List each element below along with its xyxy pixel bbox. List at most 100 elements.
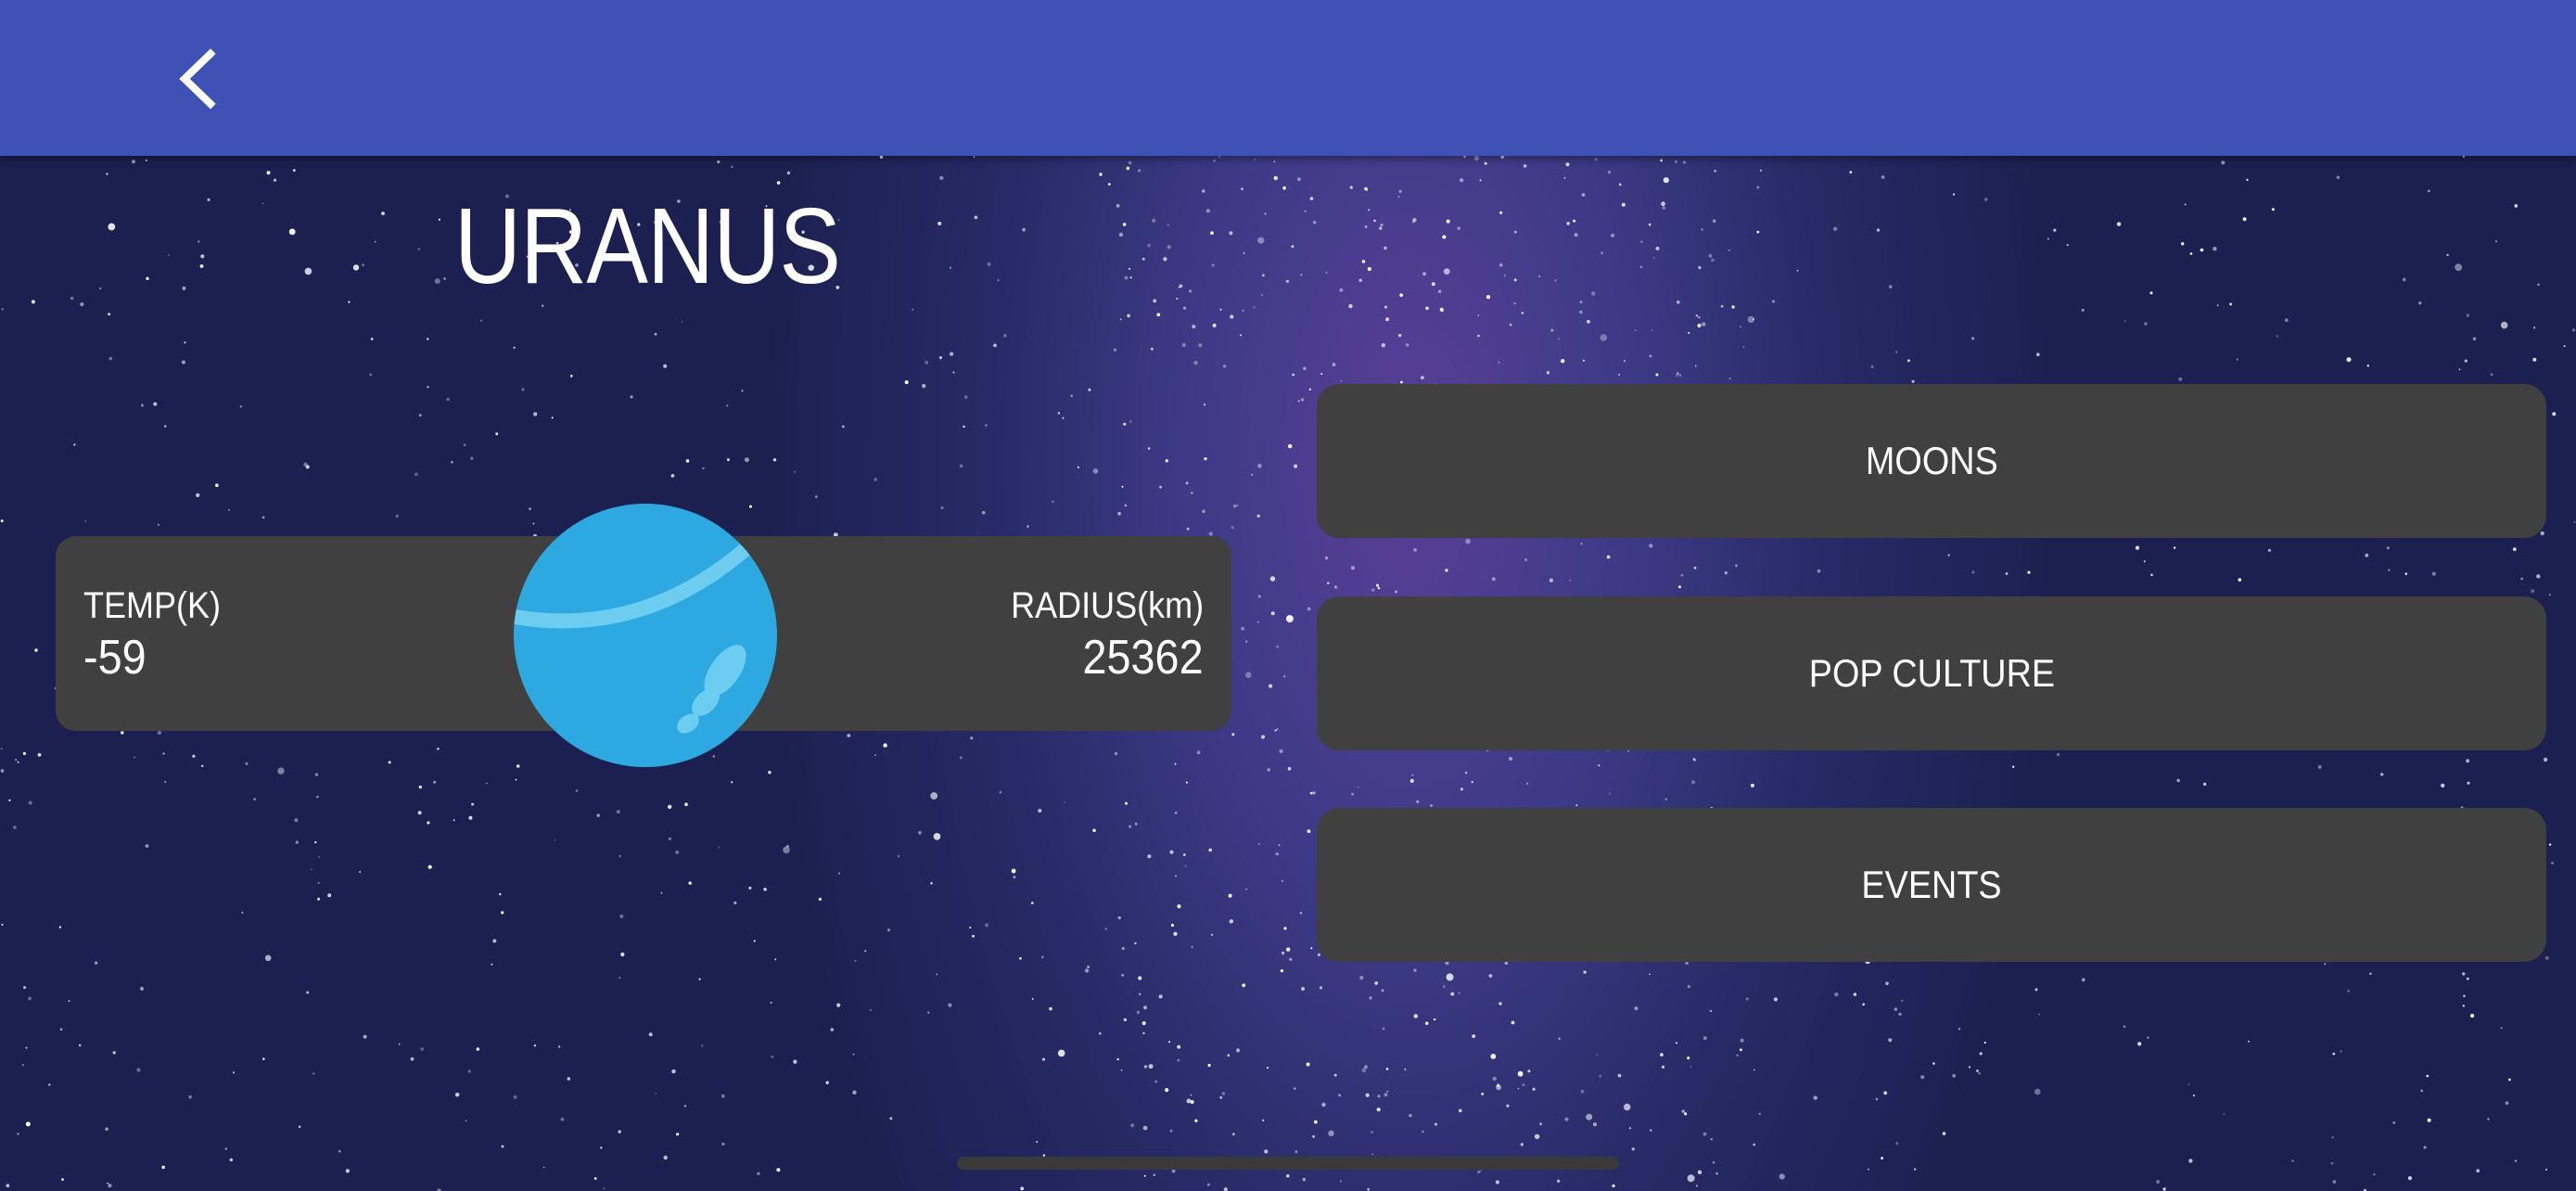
- star: [1211, 263, 1215, 267]
- star: [15, 759, 18, 762]
- star: [1895, 1142, 1899, 1146]
- star: [1241, 626, 1244, 631]
- star: [1003, 334, 1007, 338]
- star: [702, 467, 705, 470]
- star: [1245, 672, 1252, 678]
- star: [2464, 359, 2468, 363]
- star: [1057, 1049, 1065, 1057]
- star: [2536, 574, 2541, 579]
- star: [1412, 218, 1417, 223]
- star: [2267, 548, 2272, 552]
- star: [2418, 301, 2422, 305]
- star: [1168, 1041, 1171, 1044]
- star: [852, 1053, 855, 1056]
- star: [1385, 1068, 1389, 1070]
- star: [557, 1045, 561, 1048]
- star: [34, 648, 38, 652]
- star: [2386, 546, 2390, 550]
- star: [23, 986, 27, 990]
- star: [936, 973, 938, 976]
- star: [973, 156, 976, 159]
- star: [1735, 564, 1738, 568]
- star: [31, 300, 35, 304]
- star: [1881, 175, 1885, 179]
- star: [2462, 1005, 2465, 1007]
- star: [1273, 160, 1276, 162]
- star: [112, 1051, 116, 1055]
- star: [1685, 961, 1689, 966]
- star: [1129, 276, 1133, 279]
- star: [1163, 257, 1167, 262]
- star: [1712, 219, 1716, 224]
- star: [239, 405, 242, 408]
- star: [327, 893, 332, 898]
- star: [1698, 265, 1702, 270]
- star: [1148, 1064, 1154, 1069]
- star: [1121, 946, 1125, 951]
- star: [1299, 911, 1303, 915]
- star: [753, 940, 756, 942]
- star: [1165, 459, 1169, 463]
- star: [1481, 1093, 1485, 1095]
- star: [1038, 808, 1042, 813]
- star: [1425, 306, 1429, 311]
- star: [182, 286, 186, 290]
- star: [1634, 329, 1637, 331]
- star: [1582, 359, 1585, 362]
- star: [1687, 1057, 1690, 1060]
- star: [1184, 864, 1187, 867]
- pop-culture-button[interactable]: POP CULTURE: [1317, 596, 2546, 750]
- events-button[interactable]: EVENTS: [1317, 808, 2546, 962]
- star: [1450, 992, 1455, 996]
- star: [1599, 1074, 1601, 1078]
- star: [1753, 1069, 1755, 1071]
- star: [904, 380, 909, 385]
- star: [1206, 1183, 1210, 1186]
- star: [970, 736, 974, 740]
- star: [879, 155, 884, 160]
- star: [874, 478, 877, 481]
- star: [2123, 320, 2126, 323]
- star: [1598, 764, 1600, 767]
- star: [1207, 1063, 1211, 1068]
- star: [1349, 186, 1353, 189]
- star: [1084, 968, 1090, 973]
- star: [108, 1184, 112, 1188]
- star: [668, 804, 672, 809]
- moons-button[interactable]: MOONS: [1317, 384, 2546, 538]
- back-button[interactable]: [158, 37, 241, 121]
- star: [1153, 299, 1157, 303]
- star: [1664, 798, 1668, 801]
- star: [1513, 302, 1516, 305]
- star: [121, 731, 124, 735]
- star: [162, 752, 165, 755]
- star: [1165, 1088, 1169, 1093]
- home-indicator[interactable]: [957, 1157, 1619, 1170]
- star: [414, 472, 418, 477]
- star: [1442, 235, 1447, 239]
- star: [1309, 197, 1314, 200]
- star: [963, 425, 965, 429]
- star: [1122, 223, 1127, 226]
- star: [1618, 183, 1622, 186]
- star: [521, 388, 525, 391]
- star: [1979, 1052, 1983, 1056]
- star: [139, 986, 145, 991]
- star: [2156, 1180, 2161, 1184]
- star: [306, 991, 310, 994]
- star: [2531, 589, 2535, 594]
- star: [1302, 1177, 1307, 1182]
- star: [1, 308, 4, 311]
- star: [842, 425, 845, 429]
- star: [298, 1125, 301, 1128]
- star: [1471, 780, 1473, 784]
- star: [381, 211, 385, 216]
- star: [2238, 578, 2242, 582]
- star: [262, 1057, 265, 1060]
- star: [1173, 931, 1178, 936]
- star: [2223, 1113, 2225, 1115]
- star: [1301, 987, 1305, 991]
- star: [1175, 875, 1177, 877]
- star: [1339, 1180, 1343, 1183]
- star: [2123, 1025, 2126, 1029]
